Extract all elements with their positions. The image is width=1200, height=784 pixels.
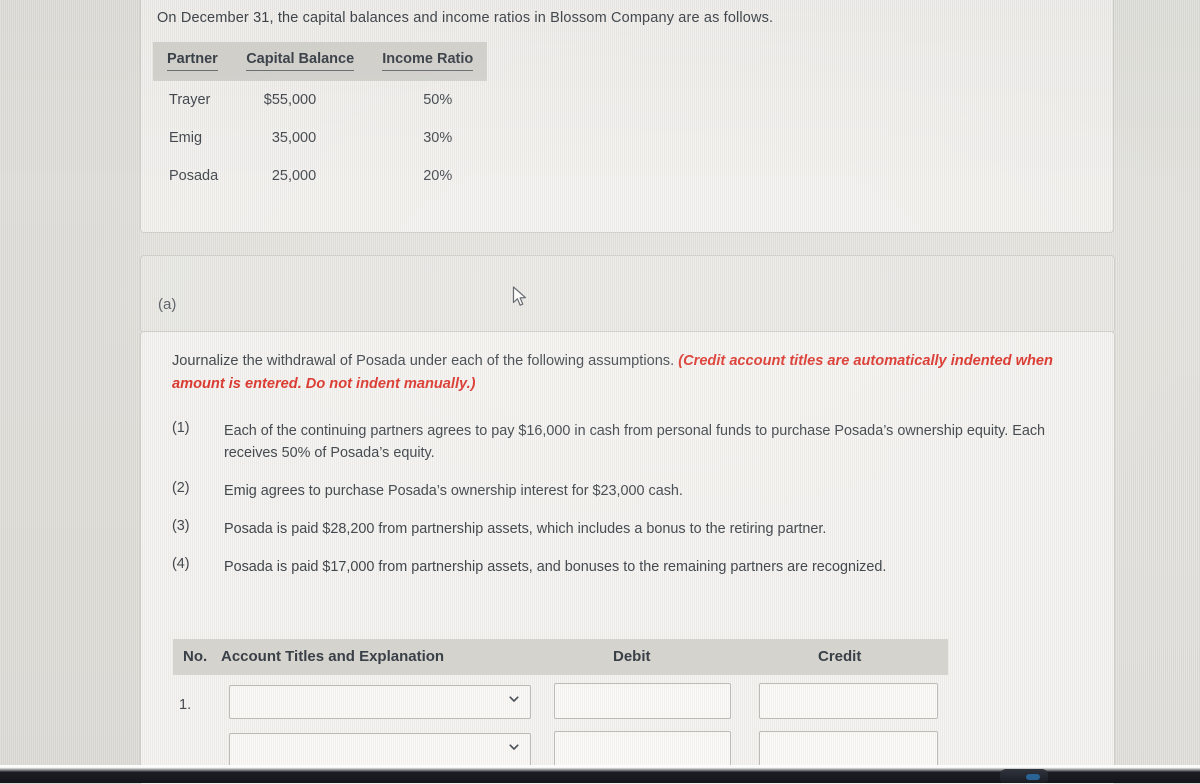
left-gutter xyxy=(0,0,140,783)
column-header-income-ratio: Income Ratio xyxy=(368,42,487,81)
list-item: (3) Posada is paid $28,200 from partners… xyxy=(172,518,1087,540)
column-header-capital-balance-label: Capital Balance xyxy=(246,51,355,71)
table-row: Trayer $55,000 50% xyxy=(153,81,487,119)
section-a-panel: (a) xyxy=(140,255,1115,333)
instructions-text: Journalize the withdrawal of Posada unde… xyxy=(172,350,1087,396)
column-header-capital-balance: Capital Balance xyxy=(232,42,368,81)
credit-input[interactable] xyxy=(759,731,938,767)
journal-row xyxy=(173,723,973,771)
credit-input[interactable] xyxy=(759,683,938,719)
cell-partner-name: Posada xyxy=(169,168,219,184)
intro-panel: On December 31, the capital balances and… xyxy=(140,0,1114,233)
journal-entry-table: No. Account Titles and Explanation Debit… xyxy=(173,639,973,771)
capital-table-body: Trayer $55,000 50% Emig 35,000 30% Posad… xyxy=(153,81,487,195)
screen-bezel xyxy=(0,765,1200,783)
assumption-number: (1) xyxy=(172,420,190,436)
question-body-panel: Journalize the withdrawal of Posada unde… xyxy=(140,331,1115,784)
journal-row: 1. xyxy=(173,675,973,723)
assumption-number: (2) xyxy=(172,480,190,496)
account-title-select[interactable] xyxy=(229,685,531,719)
cell-partner-name: Emig xyxy=(169,130,203,146)
column-header-no: No. xyxy=(183,648,208,665)
instructions-main: Journalize the withdrawal of Posada unde… xyxy=(172,353,675,369)
table-row: Emig 35,000 30% xyxy=(153,119,487,157)
cell-capital-balance: 35,000 xyxy=(271,130,317,146)
chevron-down-icon xyxy=(508,741,520,753)
column-header-partner-label: Partner xyxy=(167,51,218,71)
table-row: Posada 25,000 20% xyxy=(153,157,487,195)
capital-balances-table: Partner Capital Balance Income Ratio Tra… xyxy=(153,42,488,195)
column-header-income-ratio-label: Income Ratio xyxy=(382,51,474,71)
column-header-debit: Debit xyxy=(613,648,651,665)
cell-income-ratio: 50% xyxy=(423,92,453,108)
account-title-select[interactable] xyxy=(229,733,531,767)
journal-row-number: 1. xyxy=(179,697,192,713)
column-header-account: Account Titles and Explanation xyxy=(221,648,445,665)
assumptions-list: (1) Each of the continuing partners agre… xyxy=(172,420,1087,594)
chevron-down-icon xyxy=(508,693,520,705)
cell-income-ratio: 30% xyxy=(423,130,453,146)
cell-capital-balance: $55,000 xyxy=(263,92,317,108)
debit-input[interactable] xyxy=(554,731,731,767)
cell-partner-name: Trayer xyxy=(169,92,211,108)
capital-table-header-row: Partner Capital Balance Income Ratio xyxy=(153,42,488,81)
assumption-text: Posada is paid $28,200 from partnership … xyxy=(224,521,827,537)
list-item: (2) Emig agrees to purchase Posada’s own… xyxy=(172,480,1087,502)
column-header-partner: Partner xyxy=(153,42,232,81)
debit-input[interactable] xyxy=(554,683,731,719)
assumption-text: Posada is paid $17,000 from partnership … xyxy=(224,559,887,575)
section-label-a: (a) xyxy=(158,296,177,313)
assumption-number: (4) xyxy=(172,556,190,572)
assumption-number: (3) xyxy=(172,518,190,534)
intro-text: On December 31, the capital balances and… xyxy=(157,10,774,26)
cell-income-ratio: 20% xyxy=(423,168,453,184)
assumption-text: Emig agrees to purchase Posada’s ownersh… xyxy=(224,483,683,499)
column-header-credit: Credit xyxy=(818,648,862,665)
list-item: (4) Posada is paid $17,000 from partners… xyxy=(172,556,1087,578)
cell-capital-balance: 25,000 xyxy=(271,168,317,184)
capital-table-header: Partner Capital Balance Income Ratio xyxy=(153,42,488,81)
list-item: (1) Each of the continuing partners agre… xyxy=(172,420,1087,464)
bezel-device-icon xyxy=(1000,769,1048,783)
journal-table-header: No. Account Titles and Explanation Debit… xyxy=(173,639,948,675)
assumption-text: Each of the continuing partners agrees t… xyxy=(224,423,1046,461)
